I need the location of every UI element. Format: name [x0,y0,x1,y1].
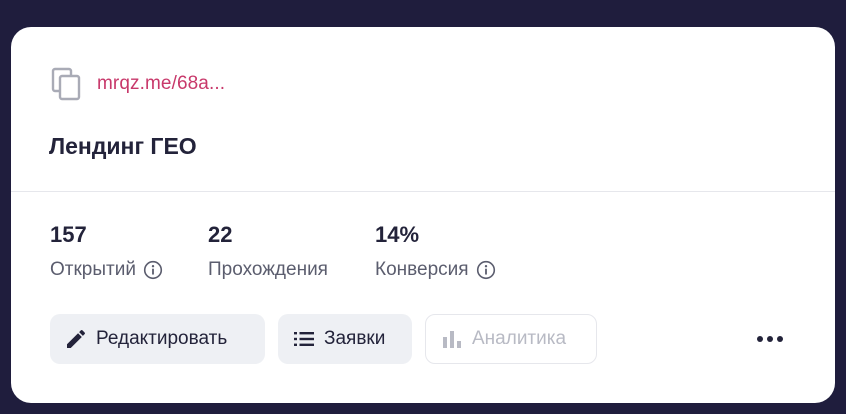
stat-completions: 22 Прохождения [208,222,328,282]
leads-button-label: Заявки [324,328,386,349]
divider [11,191,835,192]
analytics-button-label: Аналитика [472,328,567,349]
short-link[interactable]: mrqz.me/68a... [97,73,225,95]
more-dots-icon [767,336,773,342]
stat-conversion-label-row: Конверсия [375,258,496,282]
leads-button[interactable]: Заявки [278,314,412,364]
list-icon [294,332,314,346]
edit-button[interactable]: Редактировать [50,314,265,364]
more-options-button[interactable] [747,324,793,354]
copy-icon[interactable] [51,67,83,101]
stat-opens: 157 Открытий [50,222,163,282]
stat-completions-label: Прохождения [208,259,328,280]
stat-completions-value: 22 [208,222,233,247]
bar-chart-icon [443,331,461,348]
edit-button-label: Редактировать [96,328,228,349]
quiz-card: mrqz.me/68a... Лендинг ГЕО 157 Открытий … [11,27,835,403]
analytics-button[interactable]: Аналитика [425,314,597,364]
info-icon[interactable] [143,260,163,280]
stat-opens-label: Открытий [50,259,136,280]
more-dots-icon [757,336,763,342]
stat-opens-value: 157 [50,222,87,247]
stat-opens-label-row: Открытий [50,258,163,282]
link-row: mrqz.me/68a... [51,67,225,101]
stat-conversion: 14% Конверсия [375,222,496,282]
stat-conversion-label: Конверсия [375,259,469,280]
more-dots-icon [777,336,783,342]
stat-completions-label-row: Прохождения [208,258,328,282]
stat-conversion-value: 14% [375,222,420,247]
info-icon[interactable] [476,260,496,280]
card-title: Лендинг ГЕО [49,133,197,159]
pencil-icon [67,329,86,348]
